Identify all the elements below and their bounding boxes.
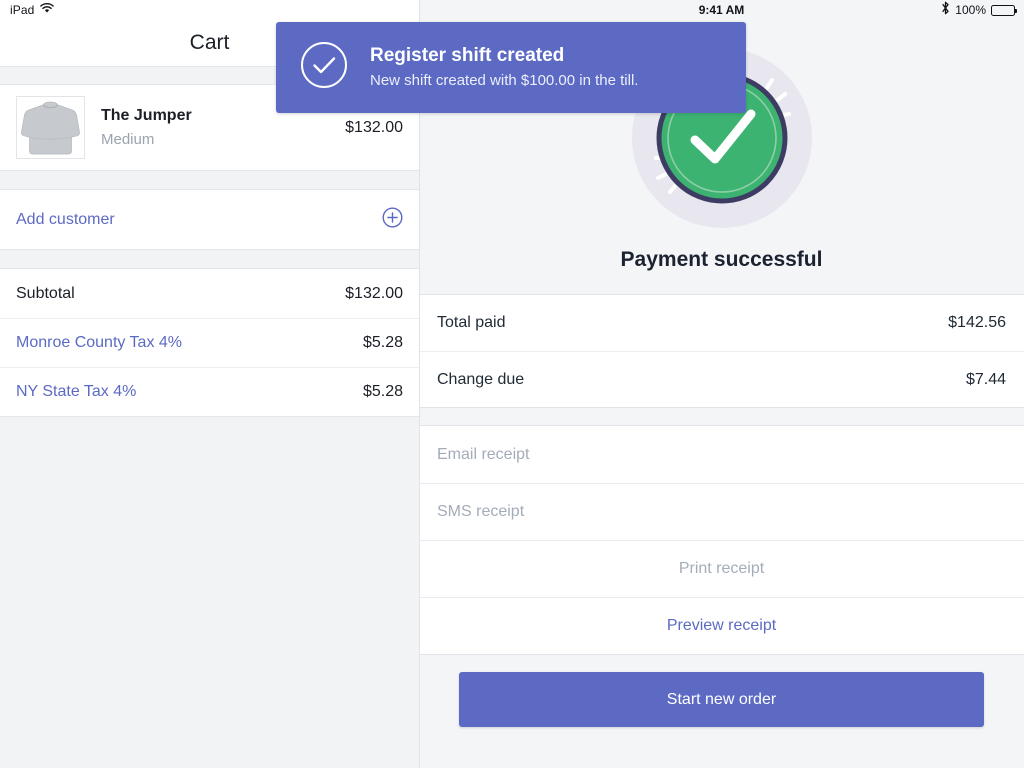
print-receipt-label: Print receipt: [678, 560, 765, 577]
battery-percent-label: 100%: [955, 3, 986, 17]
totals-label: NY State Tax 4%: [16, 383, 137, 400]
toast-title: Register shift created: [370, 45, 565, 66]
receipt-section-separator: [419, 407, 1024, 426]
start-new-order-button[interactable]: Start new order: [459, 672, 984, 727]
plus-circle-icon[interactable]: [382, 206, 403, 233]
payment-summary: Total paid $142.56 Change due $7.44: [419, 294, 1024, 407]
payment-row-total-paid: Total paid $142.56: [419, 295, 1024, 351]
wifi-icon: [40, 1, 55, 19]
register-shift-toast[interactable]: Register shift created New shift created…: [276, 22, 746, 113]
cart-section-separator: [0, 170, 419, 190]
toast-text: Register shift created New shift created…: [370, 43, 638, 92]
payment-row-label: Total paid: [437, 314, 506, 331]
payment-status-title: Payment successful: [620, 248, 823, 271]
receipt-options-list: Print receipt Preview receipt: [419, 426, 1024, 654]
add-customer-row[interactable]: Add customer: [0, 190, 419, 249]
battery-full-icon: [991, 4, 1017, 16]
payment-row-change-due: Change due $7.44: [419, 351, 1024, 407]
bluetooth-icon: [941, 1, 950, 20]
toast-subtitle: New shift created with $100.00 in the ti…: [370, 72, 639, 89]
totals-label: Monroe County Tax 4%: [16, 334, 183, 351]
sweatshirt-thumbnail: [16, 96, 85, 159]
right-status-bar: 9:41 AM 100%: [419, 0, 1024, 20]
cart-item-variant: Medium: [101, 130, 155, 148]
totals-label: Subtotal: [16, 284, 75, 302]
payment-result-panel: 9:41 AM 100% Payment successful Total pa…: [419, 0, 1024, 768]
device-label: iPad: [10, 3, 35, 17]
panel-divider: [419, 0, 420, 768]
cart-panel: iPad Cart The Jumper Medium $132.00 Add …: [0, 0, 419, 768]
pos-screen: iPad Cart The Jumper Medium $132.00 Add …: [0, 0, 1024, 768]
totals-value: $132.00: [345, 284, 403, 302]
cart-item-price: $132.00: [345, 118, 403, 136]
status-indicators: 100%: [941, 0, 1017, 20]
payment-row-value: $7.44: [965, 370, 1006, 388]
page-title: Cart: [189, 31, 230, 54]
preview-receipt-label: Preview receipt: [666, 617, 777, 634]
cart-empty-space: [0, 416, 419, 768]
sms-receipt-input[interactable]: [437, 484, 1006, 540]
payment-row-label: Change due: [437, 370, 525, 388]
email-receipt-row[interactable]: [419, 426, 1024, 483]
left-status-bar: iPad: [0, 0, 419, 20]
totals-row-ny-tax[interactable]: NY State Tax 4% $5.28: [0, 367, 419, 416]
payment-footer: Start new order: [419, 654, 1024, 768]
totals-value: $5.28: [362, 334, 403, 351]
cart-totals: Subtotal $132.00 Monroe County Tax 4% $5…: [0, 269, 419, 416]
email-receipt-input[interactable]: [437, 426, 1006, 483]
print-receipt-row[interactable]: Print receipt: [419, 540, 1024, 597]
add-customer-label: Add customer: [16, 210, 115, 228]
preview-receipt-row[interactable]: Preview receipt: [419, 597, 1024, 654]
sms-receipt-row[interactable]: [419, 483, 1024, 540]
clock: 9:41 AM: [698, 3, 745, 17]
totals-row-subtotal: Subtotal $132.00: [0, 269, 419, 318]
payment-row-value: $142.56: [948, 314, 1006, 331]
check-circle-icon: [300, 41, 348, 94]
customer-section-separator: [0, 249, 419, 269]
totals-row-monroe-tax[interactable]: Monroe County Tax 4% $5.28: [0, 318, 419, 367]
totals-value: $5.28: [362, 383, 403, 400]
